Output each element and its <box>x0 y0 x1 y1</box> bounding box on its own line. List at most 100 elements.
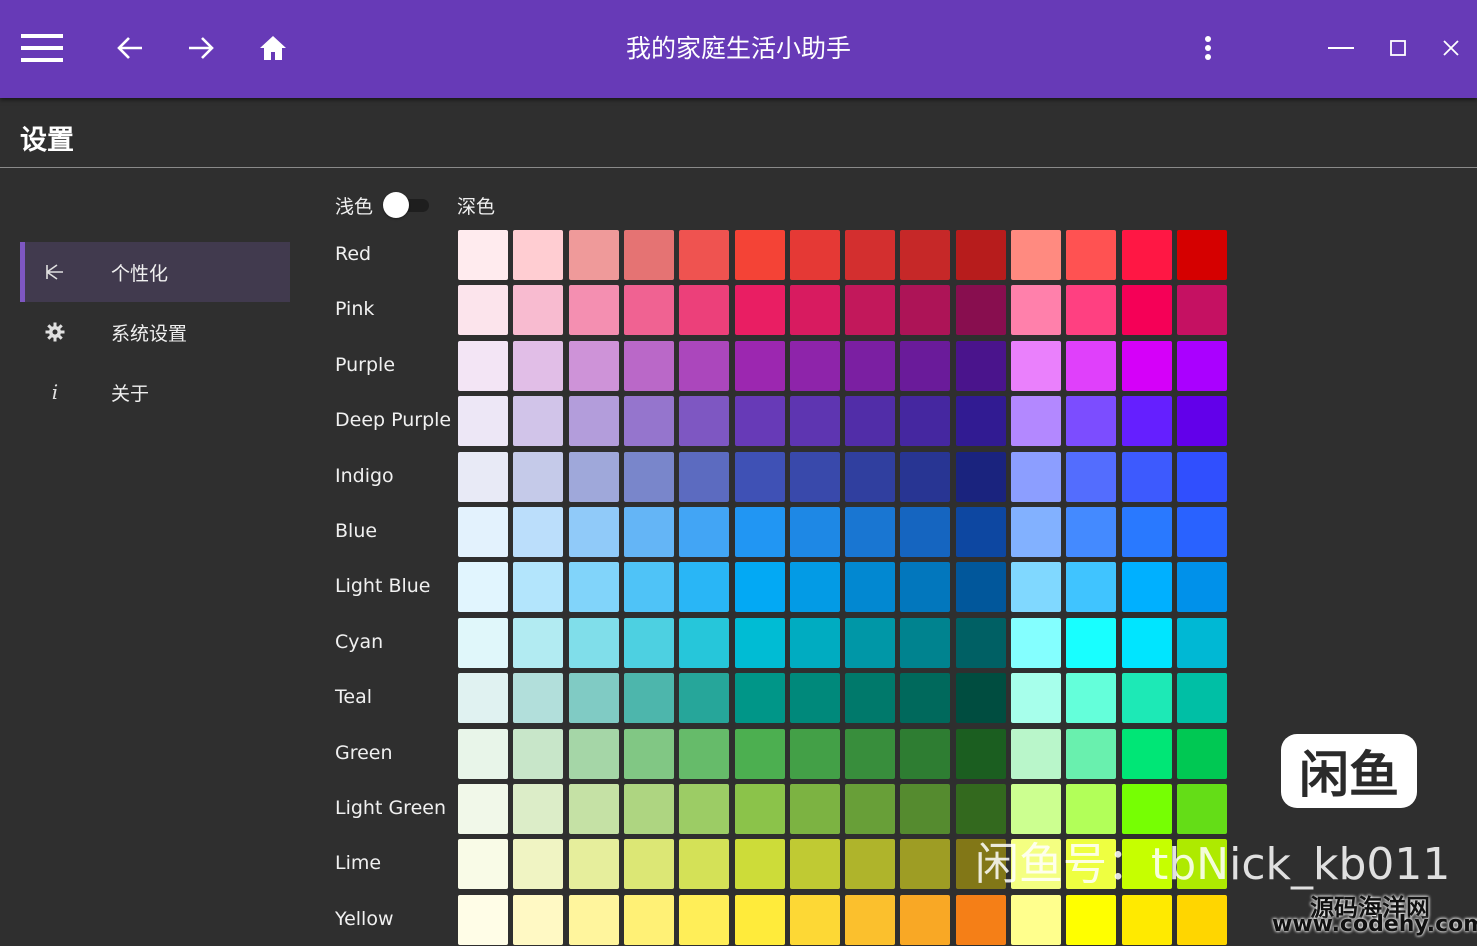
color-swatch[interactable] <box>1121 728 1172 779</box>
color-swatch[interactable] <box>1066 784 1117 834</box>
color-swatch[interactable] <box>845 894 896 945</box>
color-swatch[interactable] <box>789 728 840 779</box>
color-swatch[interactable] <box>955 784 1006 834</box>
color-swatch[interactable] <box>845 230 896 280</box>
color-swatch[interactable] <box>734 784 785 834</box>
color-swatch[interactable] <box>845 507 896 557</box>
color-swatch[interactable] <box>1121 340 1172 391</box>
color-swatch[interactable] <box>955 728 1006 779</box>
forward-button[interactable] <box>177 24 225 72</box>
color-swatch[interactable] <box>513 673 564 724</box>
color-swatch[interactable] <box>789 673 840 724</box>
color-swatch[interactable] <box>458 230 508 280</box>
color-swatch[interactable] <box>1066 617 1117 668</box>
color-swatch[interactable] <box>1011 507 1061 557</box>
color-swatch[interactable] <box>568 451 619 502</box>
color-swatch[interactable] <box>1011 562 1061 613</box>
color-swatch[interactable] <box>1066 673 1117 724</box>
nav-item-system-settings[interactable]: 系统设置 <box>20 302 290 362</box>
color-swatch[interactable] <box>1176 728 1227 779</box>
back-button[interactable] <box>106 24 154 72</box>
close-button[interactable] <box>1427 24 1475 72</box>
color-swatch[interactable] <box>1011 396 1061 447</box>
color-swatch[interactable] <box>458 617 508 668</box>
color-swatch[interactable] <box>900 451 951 502</box>
color-swatch[interactable] <box>679 340 730 391</box>
color-swatch[interactable] <box>1011 894 1061 945</box>
more-options-button[interactable] <box>1184 24 1232 72</box>
color-swatch[interactable] <box>1066 451 1117 502</box>
color-swatch[interactable] <box>900 507 951 557</box>
color-swatch[interactable] <box>623 230 674 280</box>
color-swatch[interactable] <box>789 507 840 557</box>
color-swatch[interactable] <box>1176 340 1227 391</box>
color-swatch[interactable] <box>734 673 785 724</box>
color-swatch[interactable] <box>845 396 896 447</box>
color-swatch[interactable] <box>513 230 564 280</box>
color-swatch[interactable] <box>1121 784 1172 834</box>
color-swatch[interactable] <box>1066 396 1117 447</box>
color-swatch[interactable] <box>845 340 896 391</box>
color-swatch[interactable] <box>955 451 1006 502</box>
color-swatch[interactable] <box>1121 894 1172 945</box>
color-swatch[interactable] <box>1121 396 1172 447</box>
color-swatch[interactable] <box>513 728 564 779</box>
color-swatch[interactable] <box>513 784 564 834</box>
color-swatch[interactable] <box>679 673 730 724</box>
color-swatch[interactable] <box>513 451 564 502</box>
color-swatch[interactable] <box>1176 285 1227 336</box>
color-swatch[interactable] <box>1176 617 1227 668</box>
color-swatch[interactable] <box>513 396 564 447</box>
color-swatch[interactable] <box>1176 451 1227 502</box>
nav-item-about[interactable]: i 关于 <box>20 362 290 422</box>
color-swatch[interactable] <box>789 340 840 391</box>
color-swatch[interactable] <box>623 894 674 945</box>
color-swatch[interactable] <box>568 230 619 280</box>
color-swatch[interactable] <box>955 507 1006 557</box>
color-swatch[interactable] <box>845 728 896 779</box>
color-swatch[interactable] <box>623 285 674 336</box>
color-swatch[interactable] <box>1176 673 1227 724</box>
color-swatch[interactable] <box>679 230 730 280</box>
color-swatch[interactable] <box>845 784 896 834</box>
color-swatch[interactable] <box>734 617 785 668</box>
color-swatch[interactable] <box>513 894 564 945</box>
color-swatch[interactable] <box>513 507 564 557</box>
color-swatch[interactable] <box>900 894 951 945</box>
color-swatch[interactable] <box>1176 230 1227 280</box>
color-swatch[interactable] <box>734 340 785 391</box>
color-swatch[interactable] <box>734 396 785 447</box>
color-swatch[interactable] <box>789 230 840 280</box>
color-swatch[interactable] <box>568 784 619 834</box>
color-swatch[interactable] <box>1176 562 1227 613</box>
color-swatch[interactable] <box>845 617 896 668</box>
color-swatch[interactable] <box>900 230 951 280</box>
color-swatch[interactable] <box>900 617 951 668</box>
color-swatch[interactable] <box>955 894 1006 945</box>
color-swatch[interactable] <box>1066 230 1117 280</box>
color-swatch[interactable] <box>568 617 619 668</box>
color-swatch[interactable] <box>458 285 508 336</box>
color-swatch[interactable] <box>458 784 508 834</box>
color-swatch[interactable] <box>789 451 840 502</box>
color-swatch[interactable] <box>734 451 785 502</box>
color-swatch[interactable] <box>1066 340 1117 391</box>
color-swatch[interactable] <box>623 340 674 391</box>
color-swatch[interactable] <box>900 673 951 724</box>
color-swatch[interactable] <box>623 617 674 668</box>
color-swatch[interactable] <box>734 507 785 557</box>
color-swatch[interactable] <box>955 230 1006 280</box>
color-swatch[interactable] <box>679 728 730 779</box>
color-swatch[interactable] <box>1011 285 1061 336</box>
color-swatch[interactable] <box>568 673 619 724</box>
color-swatch[interactable] <box>789 784 840 834</box>
color-swatch[interactable] <box>900 285 951 336</box>
color-swatch[interactable] <box>734 839 785 890</box>
color-swatch[interactable] <box>623 507 674 557</box>
color-swatch[interactable] <box>845 451 896 502</box>
color-swatch[interactable] <box>1011 230 1061 280</box>
color-swatch[interactable] <box>1066 507 1117 557</box>
color-swatch[interactable] <box>568 562 619 613</box>
color-swatch[interactable] <box>1121 617 1172 668</box>
color-swatch[interactable] <box>1066 285 1117 336</box>
